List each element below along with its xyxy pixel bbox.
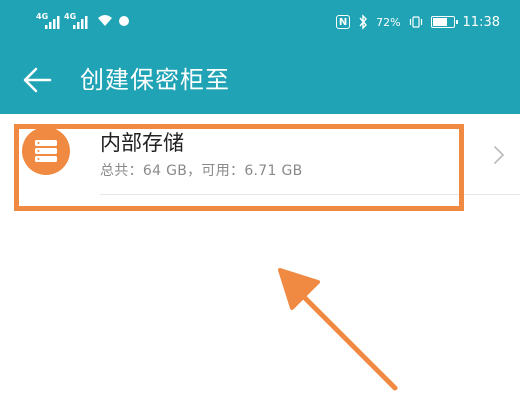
storage-item-internal[interactable]: 内部存储 总共：64 GB，可用：6.71 GB <box>0 114 520 196</box>
signal-icon-secondary: 4G <box>64 12 90 30</box>
storage-detail: 总共：64 GB，可用：6.71 GB <box>100 163 303 179</box>
clock-time: 11:38 <box>462 14 500 30</box>
page-title: 创建保密柜至 <box>80 66 230 94</box>
message-icon <box>119 16 129 26</box>
divider <box>100 194 520 195</box>
storage-name: 内部存储 <box>100 131 184 155</box>
bluetooth-icon <box>359 14 368 30</box>
storage-icon <box>22 127 70 175</box>
chevron-right-icon <box>494 146 504 164</box>
storage-list: 内部存储 总共：64 GB，可用：6.71 GB <box>0 114 520 413</box>
app-header: 4G 4G N 72% 11:38 创建保密柜至 <box>0 0 520 114</box>
back-arrow-icon[interactable] <box>20 62 56 98</box>
title-bar: 创建保密柜至 <box>0 44 520 114</box>
vibrate-icon <box>409 16 422 28</box>
battery-percent-text: 72% <box>376 15 401 29</box>
battery-tip <box>455 20 458 24</box>
battery-fill <box>432 18 447 26</box>
signal-icon: 4G <box>36 12 62 30</box>
status-bar: 4G 4G N 72% 11:38 <box>0 0 520 44</box>
battery-icon <box>430 16 458 28</box>
status-right-group: N 72% 11:38 <box>336 12 500 32</box>
nfc-icon: N <box>336 15 351 29</box>
wifi-icon <box>98 15 112 26</box>
